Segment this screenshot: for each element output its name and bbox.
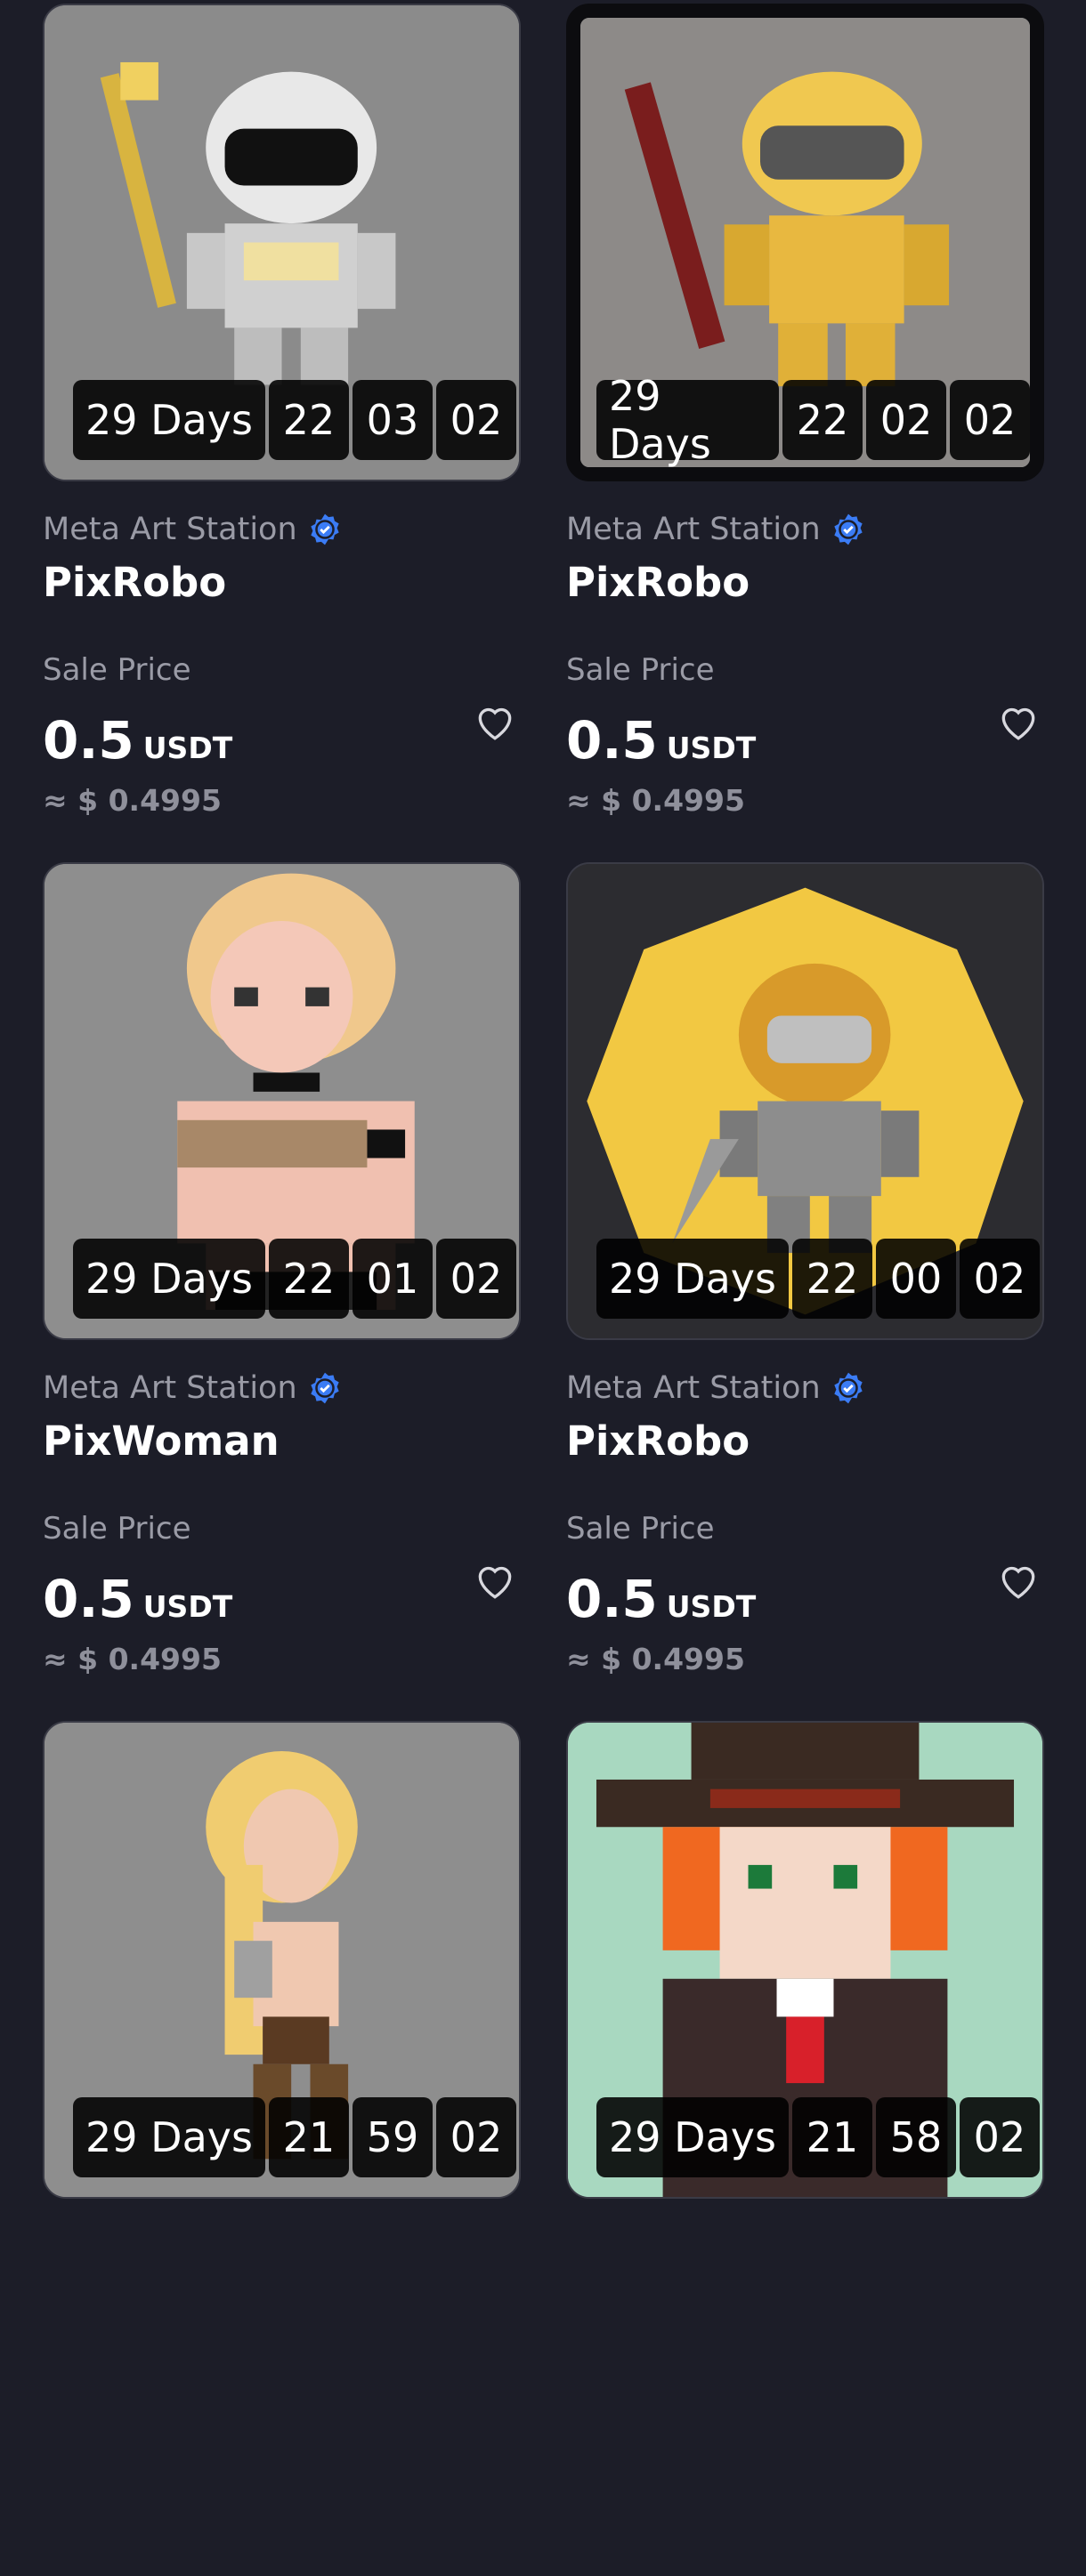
usd-equivalent: ≈ $ 0.4995 bbox=[566, 783, 745, 818]
seller-name: Meta Art Station bbox=[43, 1370, 297, 1406]
nft-card[interactable]: 29 Days 21 58 02 bbox=[566, 1717, 1044, 2576]
timer-minutes: 01 bbox=[352, 1239, 433, 1319]
price: 0.5 USDT bbox=[566, 710, 756, 771]
price: 0.5 USDT bbox=[43, 710, 232, 771]
timer-minutes: 58 bbox=[875, 2097, 956, 2177]
nft-card[interactable]: 29 Days 21 59 02 bbox=[43, 1717, 521, 2576]
nft-name[interactable]: PixWoman bbox=[43, 1417, 280, 1465]
timer-days: 29 Days bbox=[73, 2097, 265, 2177]
nft-card[interactable]: 29 Days 22 03 02 Meta Art Station PixRob… bbox=[43, 0, 521, 859]
timer-minutes: 03 bbox=[352, 380, 433, 460]
timer-hours: 21 bbox=[791, 2097, 872, 2177]
verified-badge-icon bbox=[310, 513, 339, 545]
timer-seconds: 02 bbox=[435, 1239, 516, 1319]
nft-artwork[interactable]: 29 Days 22 03 02 bbox=[43, 4, 521, 481]
countdown-timer: 29 Days 22 03 02 bbox=[73, 380, 516, 460]
timer-minutes: 02 bbox=[866, 380, 946, 460]
nft-artwork[interactable]: 29 Days 21 58 02 bbox=[566, 1721, 1044, 2199]
heart-icon[interactable] bbox=[473, 1558, 517, 1603]
timer-hours: 22 bbox=[268, 1239, 349, 1319]
countdown-timer: 29 Days 21 59 02 bbox=[73, 2097, 516, 2177]
nft-card[interactable]: 29 Days 22 00 02 Meta Art Station PixRob… bbox=[566, 859, 1044, 1717]
price-currency: USDT bbox=[142, 1589, 233, 1624]
nft-name[interactable]: PixRobo bbox=[566, 559, 750, 606]
timer-days: 29 Days bbox=[596, 2097, 789, 2177]
nft-name[interactable]: PixRobo bbox=[566, 1417, 750, 1465]
seller-row[interactable]: Meta Art Station bbox=[566, 512, 865, 547]
timer-minutes: 59 bbox=[352, 2097, 433, 2177]
verified-badge-icon bbox=[833, 1372, 863, 1404]
timer-seconds: 02 bbox=[959, 1239, 1040, 1319]
price-value: 0.5 bbox=[43, 1569, 134, 1629]
nft-card[interactable]: 29 Days 22 01 02 Meta Art Station PixWom… bbox=[43, 859, 521, 1717]
price: 0.5 USDT bbox=[566, 1569, 756, 1629]
countdown-timer: 29 Days 22 00 02 bbox=[596, 1239, 1040, 1319]
timer-days: 29 Days bbox=[73, 380, 265, 460]
timer-seconds: 02 bbox=[950, 380, 1030, 460]
heart-icon[interactable] bbox=[996, 1558, 1041, 1603]
timer-days: 29 Days bbox=[596, 372, 779, 467]
nft-artwork[interactable]: 29 Days 21 59 02 bbox=[43, 1721, 521, 2199]
heart-icon[interactable] bbox=[473, 699, 517, 744]
heart-icon[interactable] bbox=[996, 699, 1041, 744]
timer-days: 29 Days bbox=[73, 1239, 265, 1319]
countdown-timer: 29 Days 22 02 02 bbox=[596, 372, 1030, 467]
countdown-timer: 29 Days 21 58 02 bbox=[596, 2097, 1040, 2177]
timer-seconds: 02 bbox=[435, 380, 516, 460]
price-value: 0.5 bbox=[566, 710, 658, 771]
seller-name: Meta Art Station bbox=[566, 512, 821, 547]
price-currency: USDT bbox=[666, 1589, 757, 1624]
usd-equivalent: ≈ $ 0.4995 bbox=[43, 1642, 222, 1676]
seller-name: Meta Art Station bbox=[566, 1370, 821, 1406]
sale-price-label: Sale Price bbox=[43, 1511, 191, 1546]
timer-hours: 22 bbox=[268, 380, 349, 460]
price-currency: USDT bbox=[142, 731, 233, 765]
verified-badge-icon bbox=[833, 513, 863, 545]
nft-artwork[interactable]: 29 Days 22 00 02 bbox=[566, 862, 1044, 1340]
timer-hours: 21 bbox=[268, 2097, 349, 2177]
price-value: 0.5 bbox=[566, 1569, 658, 1629]
usd-equivalent: ≈ $ 0.4995 bbox=[566, 1642, 745, 1676]
nft-artwork[interactable]: 29 Days 22 02 02 bbox=[566, 4, 1044, 481]
seller-row[interactable]: Meta Art Station bbox=[43, 512, 342, 547]
price-currency: USDT bbox=[666, 731, 757, 765]
nft-name[interactable]: PixRobo bbox=[43, 559, 226, 606]
seller-row[interactable]: Meta Art Station bbox=[566, 1370, 865, 1406]
seller-name: Meta Art Station bbox=[43, 512, 297, 547]
price-value: 0.5 bbox=[43, 710, 134, 771]
usd-equivalent: ≈ $ 0.4995 bbox=[43, 783, 222, 818]
countdown-timer: 29 Days 22 01 02 bbox=[73, 1239, 516, 1319]
timer-hours: 22 bbox=[782, 380, 863, 460]
timer-minutes: 00 bbox=[875, 1239, 956, 1319]
timer-seconds: 02 bbox=[959, 2097, 1040, 2177]
price: 0.5 USDT bbox=[43, 1569, 232, 1629]
nft-artwork[interactable]: 29 Days 22 01 02 bbox=[43, 862, 521, 1340]
sale-price-label: Sale Price bbox=[566, 1511, 715, 1546]
timer-seconds: 02 bbox=[435, 2097, 516, 2177]
timer-hours: 22 bbox=[791, 1239, 872, 1319]
verified-badge-icon bbox=[310, 1372, 339, 1404]
sale-price-label: Sale Price bbox=[566, 652, 715, 688]
seller-row[interactable]: Meta Art Station bbox=[43, 1370, 342, 1406]
timer-days: 29 Days bbox=[596, 1239, 789, 1319]
sale-price-label: Sale Price bbox=[43, 652, 191, 688]
nft-card[interactable]: 29 Days 22 02 02 Meta Art Station PixRob… bbox=[566, 0, 1044, 859]
